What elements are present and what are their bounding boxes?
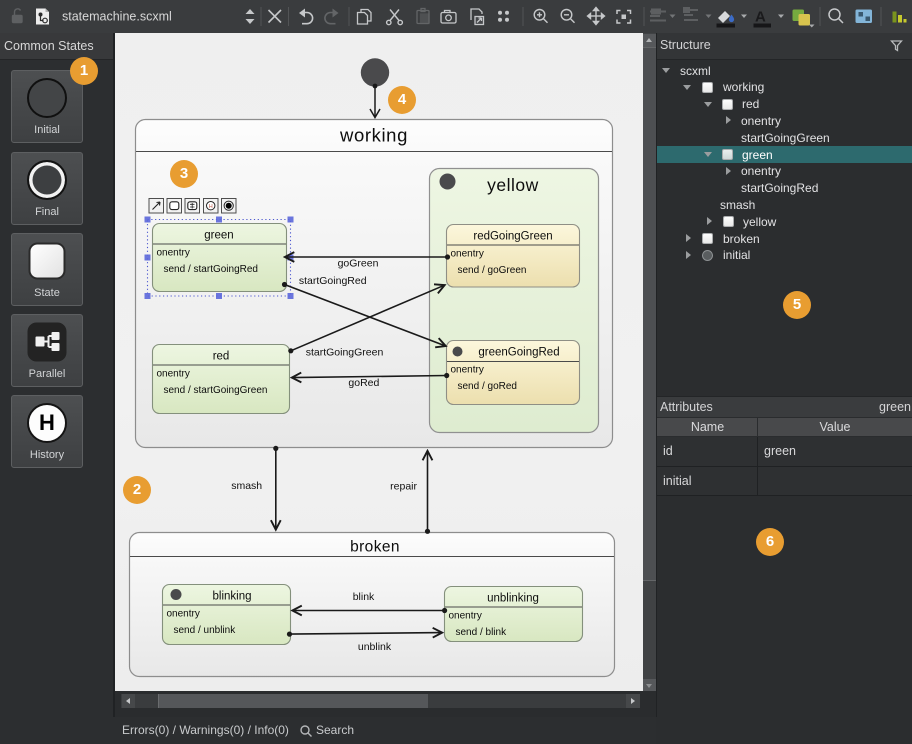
- svg-text:yellow: yellow: [487, 175, 539, 195]
- svg-text:redGoingGreen: redGoingGreen: [473, 231, 552, 243]
- svg-text:onentry: onentry: [167, 609, 200, 620]
- svg-text:send / goRed: send / goRed: [458, 381, 518, 392]
- svg-text:smash: smash: [231, 480, 262, 492]
- svg-text:send / unblink: send / unblink: [174, 625, 237, 636]
- svg-text:A: A: [755, 9, 766, 26]
- svg-text:startGoingGreen: startGoingGreen: [306, 347, 384, 359]
- svg-text:unblinking: unblinking: [487, 593, 539, 605]
- svg-text:unblink: unblink: [358, 641, 392, 653]
- svg-text:green: green: [204, 230, 233, 242]
- svg-text:onentry: onentry: [451, 249, 484, 260]
- svg-text:goRed: goRed: [348, 377, 379, 389]
- svg-text:working: working: [339, 125, 408, 146]
- svg-text:startGoingRed: startGoingRed: [299, 275, 367, 287]
- svg-text:onentry: onentry: [157, 248, 190, 259]
- svg-text:H: H: [209, 204, 213, 210]
- svg-text:send / goGreen: send / goGreen: [458, 265, 527, 276]
- svg-text:onentry: onentry: [449, 611, 482, 622]
- svg-text:greenGoingRed: greenGoingRed: [478, 347, 559, 359]
- svg-text:onentry: onentry: [451, 365, 484, 376]
- svg-text:send / startGoingRed: send / startGoingRed: [164, 264, 259, 275]
- svg-text:red: red: [213, 351, 230, 363]
- svg-text:repair: repair: [390, 481, 417, 493]
- svg-text:broken: broken: [350, 539, 400, 556]
- svg-text:send / blink: send / blink: [456, 627, 508, 638]
- svg-text:blink: blink: [353, 591, 375, 603]
- svg-text:send / startGoingGreen: send / startGoingGreen: [164, 385, 268, 396]
- svg-text:blinking: blinking: [213, 591, 252, 603]
- svg-text:statemachine.scxml: statemachine.scxml: [62, 10, 172, 24]
- svg-text:goGreen: goGreen: [338, 258, 379, 270]
- svg-text:onentry: onentry: [157, 369, 190, 380]
